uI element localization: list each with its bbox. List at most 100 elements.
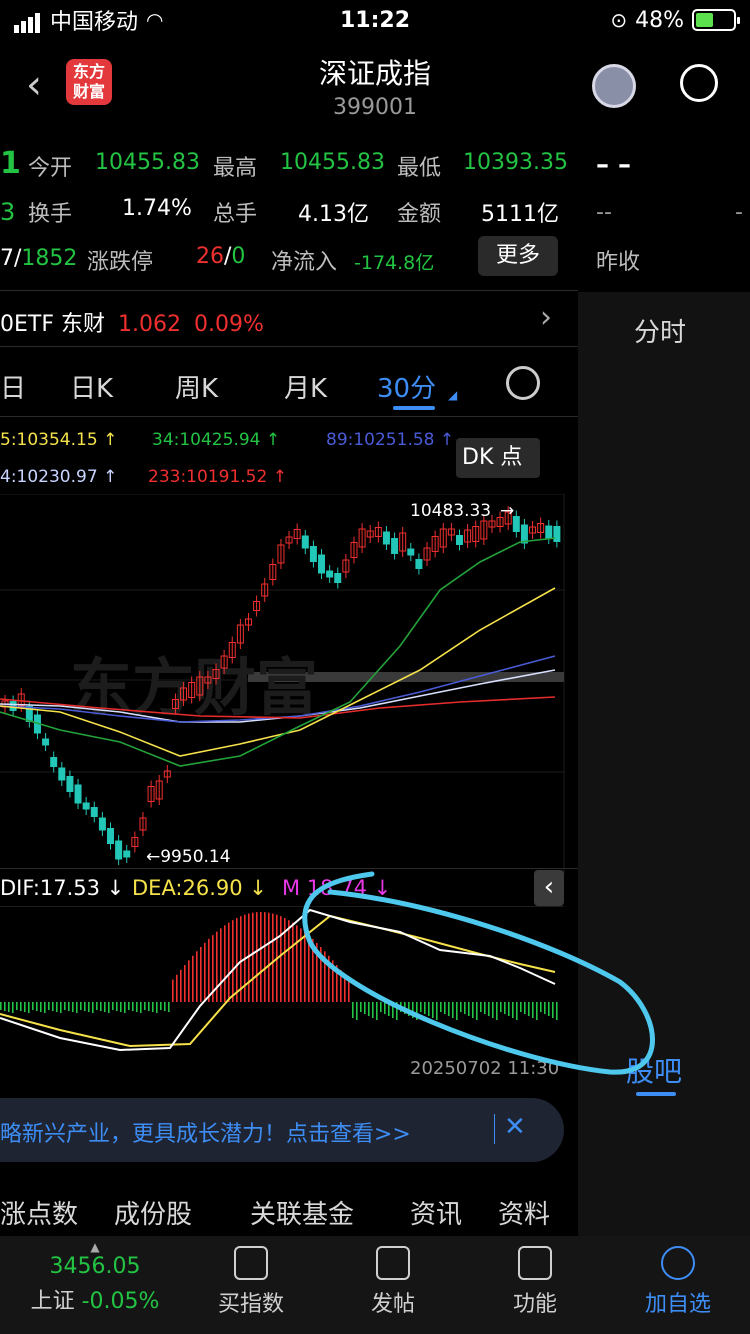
macd-bar (144, 1002, 146, 1010)
search-icon[interactable] (680, 64, 718, 102)
tab-30min[interactable]: 30分 (377, 368, 436, 405)
banner-text: 略新兴产业，更具成长潜力！点击查看>> (0, 1122, 411, 1147)
tab-rise-points[interactable]: 涨点数 (0, 1194, 78, 1231)
price-fragment: 1 (0, 146, 21, 181)
macd-bar (20, 1002, 22, 1011)
macd-bar (84, 1002, 86, 1011)
turnover-label: 换手 (28, 202, 73, 227)
candle-body (309, 546, 317, 562)
macd-bar (224, 925, 226, 1002)
candle-body (382, 531, 390, 545)
buy-index-button[interactable]: 买指数 (206, 1246, 296, 1318)
macd-bar (16, 1002, 18, 1010)
tab-monthly-k[interactable]: 月K (284, 368, 327, 405)
candle-body (326, 570, 334, 578)
volume-value: 4.13亿 (298, 202, 369, 227)
tab-news[interactable]: 资讯 (410, 1194, 462, 1231)
candle-body (42, 738, 50, 746)
macd-bar (124, 1002, 126, 1013)
down-count: 1852 (21, 246, 78, 271)
divider (0, 416, 578, 417)
ma34-legend: 34:10425.94 ↑ (152, 430, 281, 450)
high-value: 10455.83 (280, 150, 385, 175)
macd-bar (60, 1002, 62, 1013)
macd-bar (264, 912, 266, 1002)
candlestick-chart[interactable]: 东方财富 10483.33 → ←9950.14 (0, 494, 578, 874)
macd-bar (48, 1002, 50, 1010)
macd-bar (228, 922, 230, 1002)
candle-body (520, 524, 528, 544)
macd-bar (176, 974, 178, 1002)
amount-label: 金额 (397, 202, 442, 227)
add-watchlist-label: 加自选 (644, 1292, 711, 1317)
dk-point-button[interactable]: DK 点 (456, 438, 540, 478)
macd-bar (140, 1002, 142, 1013)
promo-banner[interactable]: 略新兴产业，更具成长潜力！点击查看>> ✕ (0, 1098, 564, 1162)
low-label: 最低 (397, 156, 442, 181)
function-button[interactable]: 功能 (490, 1246, 580, 1318)
ma89-legend: 89:10251.58 ↑ (326, 430, 455, 450)
candle-body (391, 538, 399, 554)
macd-bar (104, 1002, 106, 1012)
tab-period-partial[interactable]: 日 (0, 368, 26, 405)
tab-minute[interactable]: 分时 (634, 312, 686, 349)
macd-bar (120, 1002, 122, 1012)
right-panel (578, 292, 750, 1332)
annotation-circle (302, 871, 655, 1075)
high-label: 最高 (213, 156, 258, 181)
tab-daily-k[interactable]: 日K (70, 368, 113, 405)
candle-body (82, 802, 90, 810)
macd-bar (24, 1002, 26, 1012)
tab-components[interactable]: 成份股 (114, 1194, 192, 1231)
macd-bar (208, 938, 210, 1002)
tab-profile[interactable]: 资料 (498, 1194, 550, 1231)
candle-body (90, 807, 98, 817)
etf-row[interactable]: 0ETF 东财 1.062 0.09% (0, 306, 264, 338)
index-change: -0.05% (81, 1289, 160, 1314)
amount-value: 5111亿 (481, 202, 559, 227)
close-icon[interactable]: ✕ (504, 1112, 526, 1142)
page-title: 深证成指 (318, 57, 431, 90)
limit-values: 26/0 (196, 244, 245, 269)
index-ticker[interactable]: ▲ 3456.05 上证 -0.05% (20, 1240, 170, 1315)
macd-bar (232, 920, 234, 1002)
macd-bar (32, 1002, 34, 1010)
settings-gear-icon[interactable] (506, 366, 540, 400)
open-value: 10455.83 (95, 150, 200, 175)
edit-icon (376, 1246, 410, 1280)
etf-name: 0ETF 东财 (0, 312, 105, 337)
updown-count: 7/1852 (0, 246, 77, 271)
macd-bar (56, 1002, 58, 1012)
post-button[interactable]: 发帖 (348, 1246, 438, 1318)
macd-bar (36, 1002, 38, 1011)
divider (0, 346, 578, 347)
netflow-value: -174.8亿 (354, 252, 435, 274)
tab-weekly-k[interactable]: 周K (175, 368, 218, 405)
candle-body (58, 767, 66, 781)
etf-price: 1.062 (117, 312, 181, 337)
macd-bar (152, 1002, 154, 1012)
index-value: 3456.05 (49, 1254, 141, 1279)
bottom-tabbar: ▲ 3456.05 上证 -0.05% 买指数 发帖 功能 加自选 (0, 1236, 750, 1334)
tab-indicator (636, 1092, 676, 1096)
macd-bar (188, 960, 190, 1002)
macd-bar (184, 965, 186, 1002)
limit-up: 26 (196, 244, 224, 269)
tab-related-funds[interactable]: 关联基金 (250, 1194, 354, 1231)
divider (0, 290, 578, 291)
macd-bar (76, 1002, 78, 1013)
more-button[interactable]: 更多 (478, 236, 558, 276)
triangle-up-icon: ▲ (90, 1240, 100, 1254)
macd-bar (160, 1002, 162, 1010)
macd-bar (192, 955, 194, 1002)
macd-bar (256, 912, 258, 1002)
macd-bar (128, 1002, 130, 1010)
add-watchlist-button[interactable]: 加自选 (630, 1246, 726, 1318)
robot-assistant-icon[interactable] (592, 64, 636, 108)
dk-point-label: DK 点 (462, 445, 523, 470)
chevron-right-icon[interactable]: › (540, 300, 552, 335)
index-name: 上证 (30, 1289, 75, 1314)
macd-bar (100, 1002, 102, 1011)
quote-open: 今开 (28, 150, 72, 182)
battery-icon (692, 9, 740, 31)
